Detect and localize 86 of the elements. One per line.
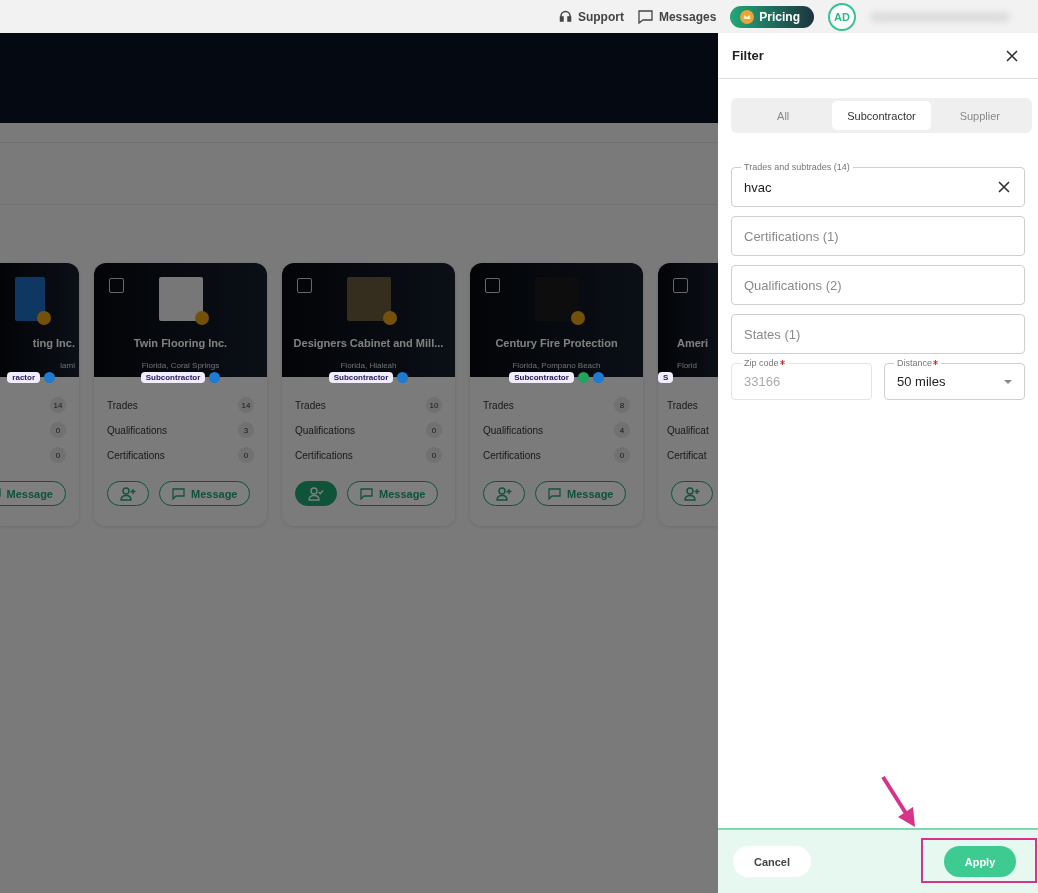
company-location: Florid [676, 361, 698, 370]
stat-count: 0 [238, 447, 254, 463]
stat-label: Qualificat [667, 424, 709, 436]
user-check-icon [308, 486, 324, 501]
stat-count: 14 [50, 397, 66, 413]
company-name: Designers Cabinet and Mill... [292, 337, 445, 349]
type-badge: Subcontractor [140, 371, 206, 383]
message-button[interactable]: Message [0, 481, 66, 506]
stat-label: Trades [107, 399, 138, 411]
stat-count: 0 [426, 422, 442, 438]
type-badge: S [658, 371, 674, 383]
stat-count: 0 [50, 422, 66, 438]
user-plus-icon [496, 486, 512, 501]
company-location: iami [59, 361, 76, 370]
message-button[interactable]: Message [535, 481, 627, 506]
chat-icon [548, 487, 561, 500]
stat-label: Certifications [295, 449, 353, 461]
company-location: Florida, Coral Springs [140, 361, 221, 370]
chat-icon [637, 9, 653, 24]
chat-icon [360, 487, 373, 500]
connect-button[interactable] [483, 481, 525, 506]
coin-icon [37, 311, 51, 325]
stat-label: Qualifications [483, 424, 544, 436]
company-name: Ameri [676, 337, 710, 349]
field-label: Trades and subtrades (14) [741, 162, 853, 173]
field-label: Distance [894, 358, 941, 369]
company-name: Century Fire Protection [494, 337, 619, 349]
filter-tab[interactable]: All [734, 101, 833, 130]
messages-link[interactable]: Messages [637, 9, 717, 24]
stat-label: Trades [483, 399, 514, 411]
filter-tab[interactable]: Supplier [930, 101, 1029, 130]
stat-count: 14 [238, 397, 254, 413]
close-icon [1006, 49, 1018, 62]
message-button[interactable]: Message [159, 481, 251, 506]
pricing-button[interactable]: Pricing [730, 5, 814, 28]
filter-field[interactable]: Qualifications (2) [731, 265, 1025, 305]
stat-label: Trades [667, 399, 698, 411]
stat-count: 0 [50, 447, 66, 463]
type-badge: Subcontractor [509, 371, 574, 383]
close-button[interactable] [1004, 47, 1020, 64]
clear-icon [998, 181, 1010, 193]
select-checkbox[interactable] [673, 278, 688, 293]
company-location: Florida, Pompano Beach [511, 361, 602, 370]
coin-icon [382, 311, 397, 325]
apply-button[interactable]: Apply [944, 846, 1016, 877]
type-badge: ractor [7, 371, 40, 383]
support-link[interactable]: Support [558, 9, 624, 24]
connect-button[interactable] [671, 481, 713, 506]
filter-tab[interactable]: Subcontractor [832, 101, 931, 130]
stat-label: Trades [295, 399, 326, 411]
company-name: ting Inc. [31, 337, 76, 349]
coin-icon [570, 311, 585, 325]
user-plus-icon [120, 486, 136, 501]
stat-count: 4 [614, 422, 630, 438]
user-avatar[interactable]: AD [828, 2, 856, 31]
stat-label: Certifications [483, 449, 541, 461]
select-checkbox[interactable] [109, 278, 124, 293]
select-checkbox[interactable] [297, 278, 312, 293]
user-plus-icon [684, 486, 700, 501]
stat-label: Certifications [107, 449, 165, 461]
stat-label: Qualifications [295, 424, 356, 436]
stat-count: 0 [426, 447, 442, 463]
stat-label: Qualifications [107, 424, 168, 436]
crown-icon [740, 9, 755, 24]
cancel-button[interactable]: Cancel [733, 846, 811, 877]
connect-button[interactable] [295, 481, 337, 506]
company-location: Florida, Hialeah [339, 361, 398, 370]
filter-field[interactable]: States (1) [731, 314, 1025, 354]
field-label: Zip code [741, 358, 788, 369]
stat-count: 3 [238, 422, 254, 438]
filter-field[interactable]: Certifications (1) [731, 216, 1025, 256]
message-button[interactable]: Message [347, 481, 439, 506]
chat-icon [172, 487, 185, 500]
headset-icon [558, 10, 572, 23]
stat-count: 0 [614, 447, 630, 463]
select-checkbox[interactable] [485, 278, 500, 293]
type-badge: Subcontractor [328, 371, 394, 383]
stat-label: Certificat [667, 449, 707, 461]
stat-count: 8 [614, 397, 630, 413]
clear-button[interactable] [996, 179, 1012, 195]
stat-count: 10 [426, 397, 442, 413]
panel-title: Filter [732, 48, 764, 63]
company-name: Twin Flooring Inc. [132, 337, 229, 349]
dropdown-caret-icon [1004, 379, 1012, 384]
connect-button[interactable] [107, 481, 149, 506]
coin-icon [194, 311, 209, 325]
